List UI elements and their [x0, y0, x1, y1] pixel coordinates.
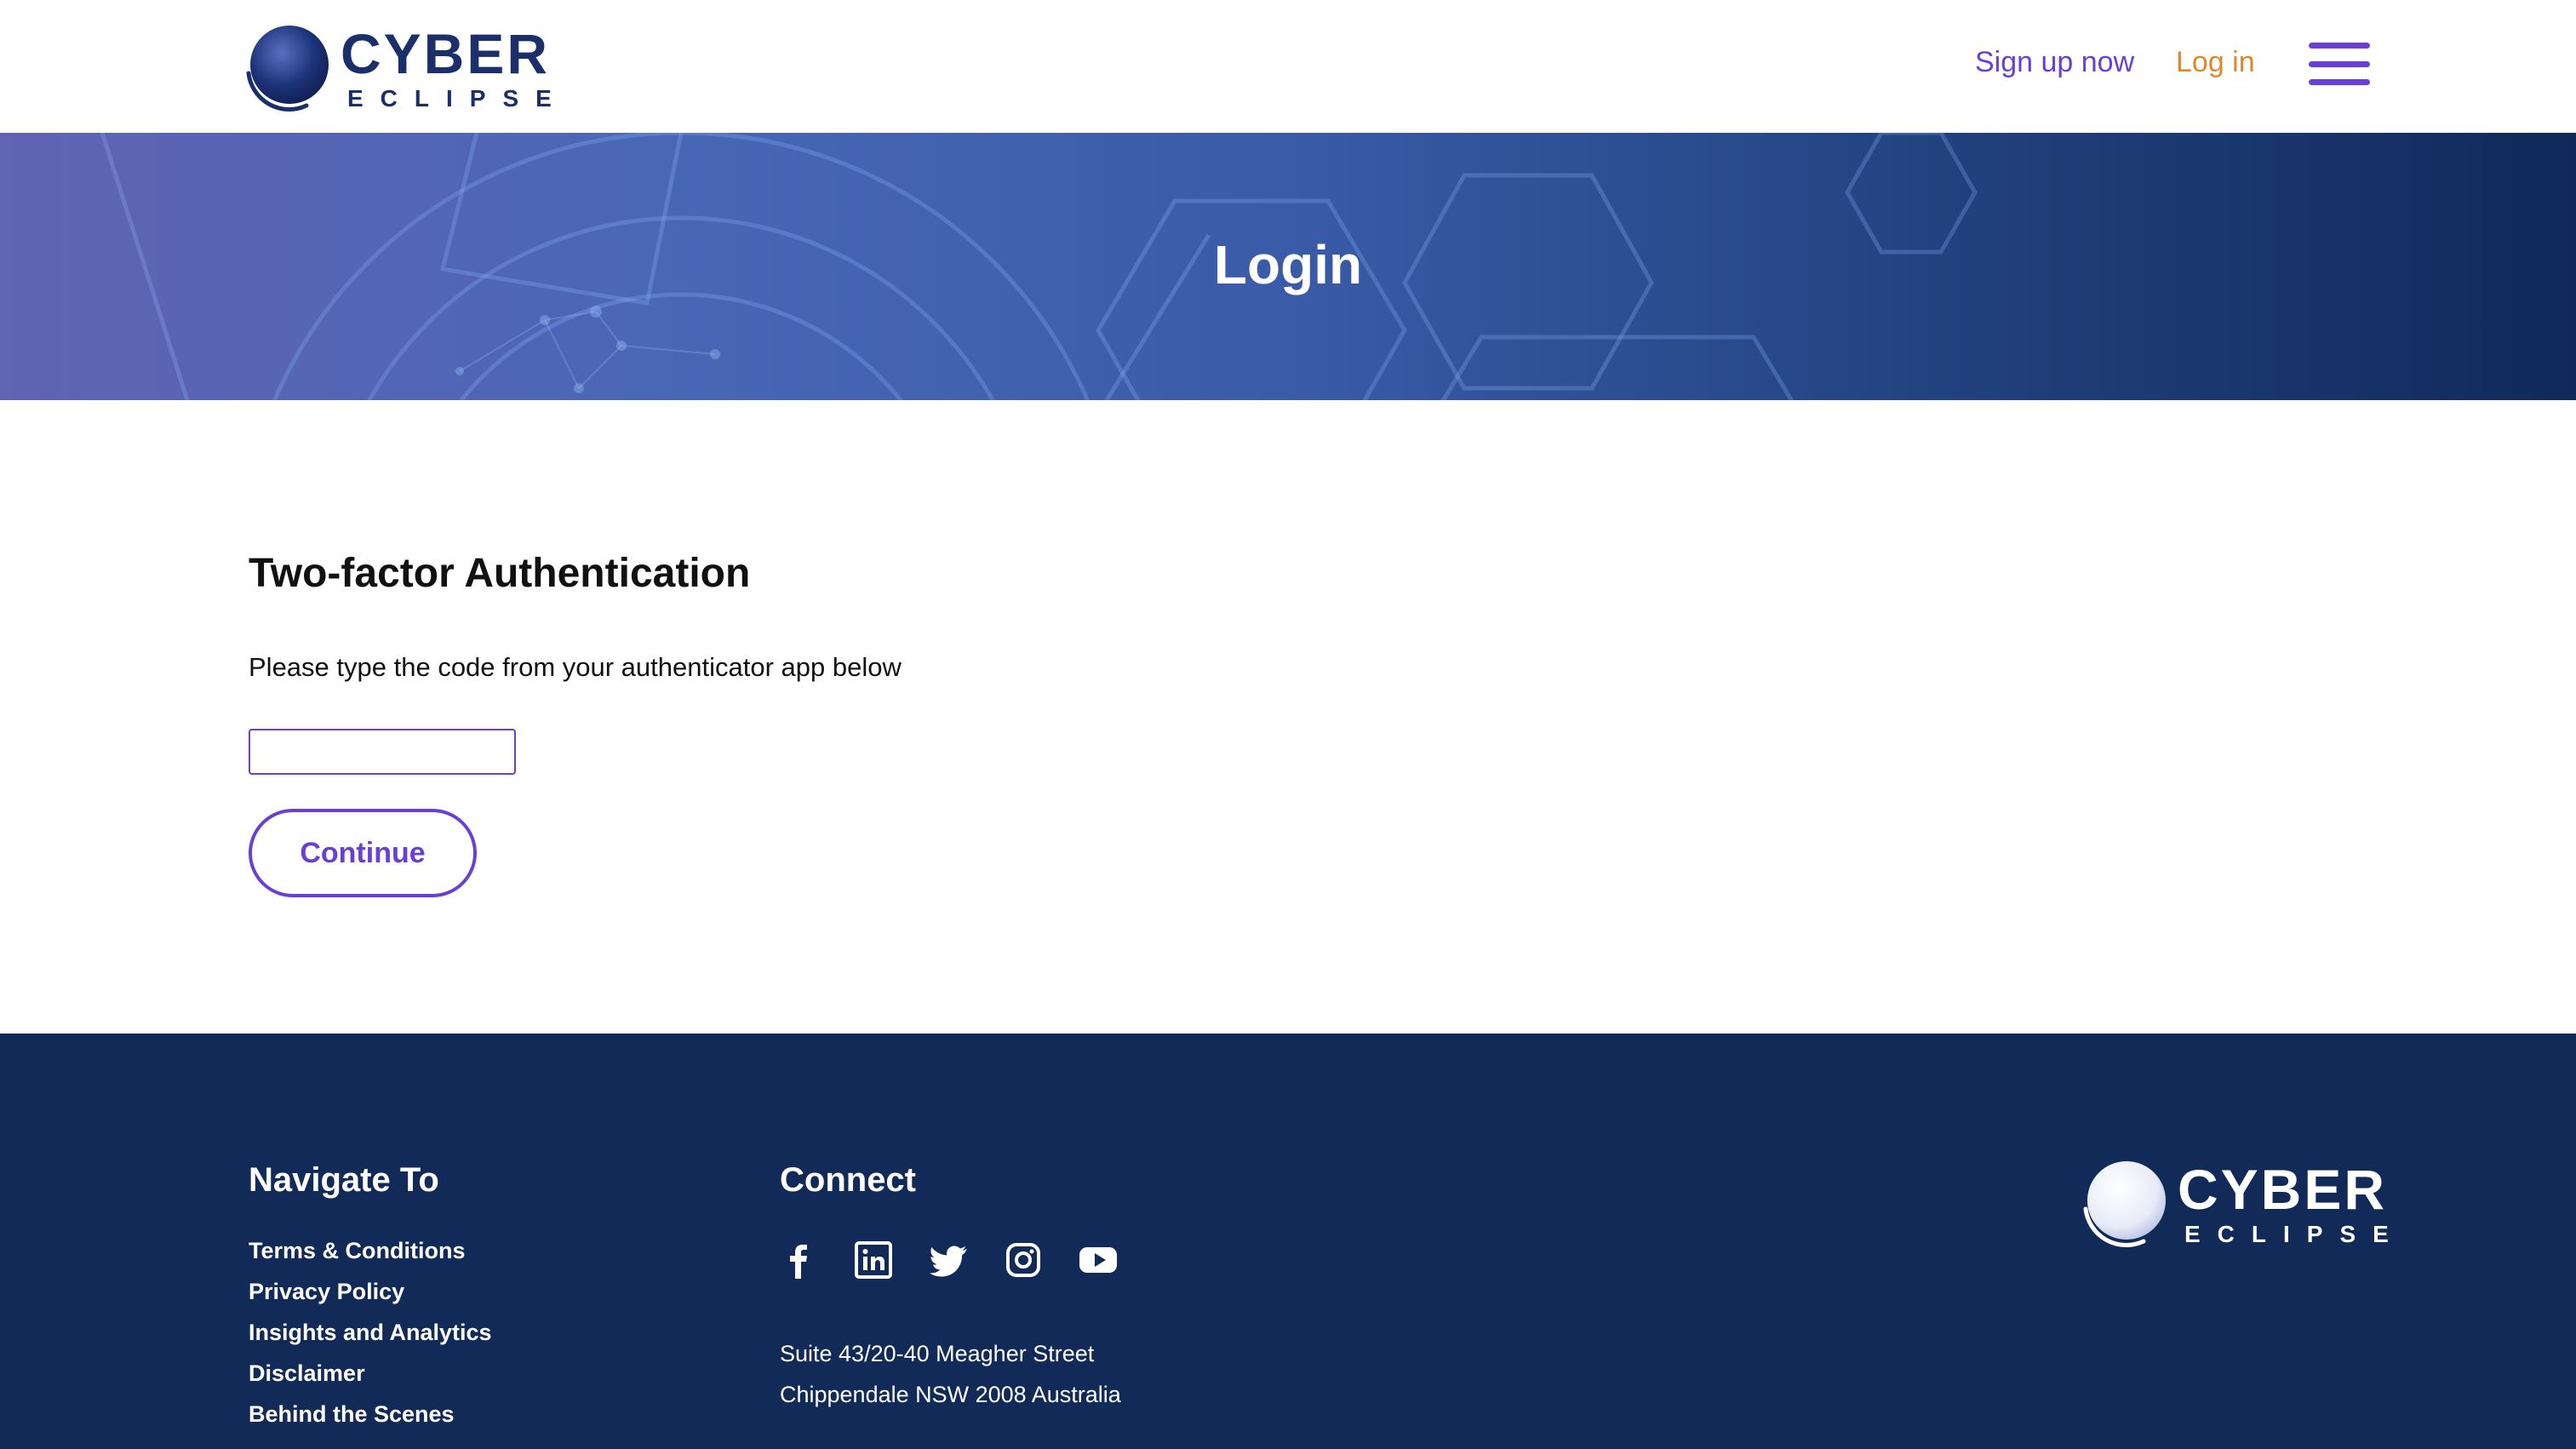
logo-word-eclipse: ECLIPSE — [2184, 1221, 2406, 1247]
footer-links: Terms & Conditions Privacy Policy Insigh… — [249, 1238, 492, 1442]
logo-word-cyber: CYBER — [341, 22, 551, 85]
login-link[interactable]: Log in — [2176, 46, 2255, 79]
twitter-icon[interactable] — [930, 1241, 967, 1279]
cyber-eclipse-logo[interactable]: CYBER ECLIPSE — [240, 20, 552, 116]
footer-link-insights[interactable]: Insights and Analytics — [249, 1320, 492, 1345]
social-links — [780, 1241, 1154, 1279]
two-factor-heading: Two-factor Authentication — [249, 551, 751, 596]
continue-button[interactable]: Continue — [249, 809, 477, 897]
menu-bar — [2309, 60, 2370, 67]
two-factor-description: Please type the code from your authentic… — [249, 652, 902, 682]
footer-navigate-heading: Navigate To — [249, 1161, 439, 1199]
logo-word-eclipse: ECLIPSE — [347, 85, 569, 112]
logo-word-cyber: CYBER — [2178, 1158, 2388, 1221]
authenticator-code-input[interactable] — [249, 729, 516, 775]
youtube-icon[interactable] — [1079, 1241, 1117, 1279]
footer-link-terms[interactable]: Terms & Conditions — [249, 1238, 466, 1263]
facebook-icon[interactable] — [780, 1241, 817, 1279]
eclipse-logo-icon — [246, 26, 329, 112]
address-line-2: Chippendale NSW 2008 Australia — [780, 1382, 1121, 1407]
eclipse-logo-icon — [2083, 1161, 2166, 1247]
page-banner: Login — [0, 133, 2576, 400]
signup-link[interactable]: Sign up now — [1975, 46, 2134, 79]
footer-link-privacy[interactable]: Privacy Policy — [249, 1279, 404, 1304]
menu-bar — [2309, 43, 2370, 49]
menu-bar — [2309, 79, 2370, 85]
footer-link-disclaimer[interactable]: Disclaimer — [249, 1360, 365, 1386]
footer-logo[interactable]: CYBER ECLIPSE — [2077, 1156, 2389, 1251]
instagram-icon[interactable] — [1005, 1241, 1042, 1279]
linkedin-icon[interactable] — [855, 1241, 892, 1279]
hamburger-menu-icon[interactable] — [2309, 43, 2370, 85]
office-address: Suite 43/20-40 Meagher Street Chippendal… — [780, 1333, 1121, 1415]
site-header: CYBER ECLIPSE Sign up now Log in — [0, 0, 2576, 133]
footer-connect-heading: Connect — [780, 1161, 916, 1199]
address-line-1: Suite 43/20-40 Meagher Street — [780, 1341, 1095, 1366]
page-title: Login — [1213, 234, 1363, 295]
footer-link-behind-scenes[interactable]: Behind the Scenes — [249, 1401, 455, 1427]
